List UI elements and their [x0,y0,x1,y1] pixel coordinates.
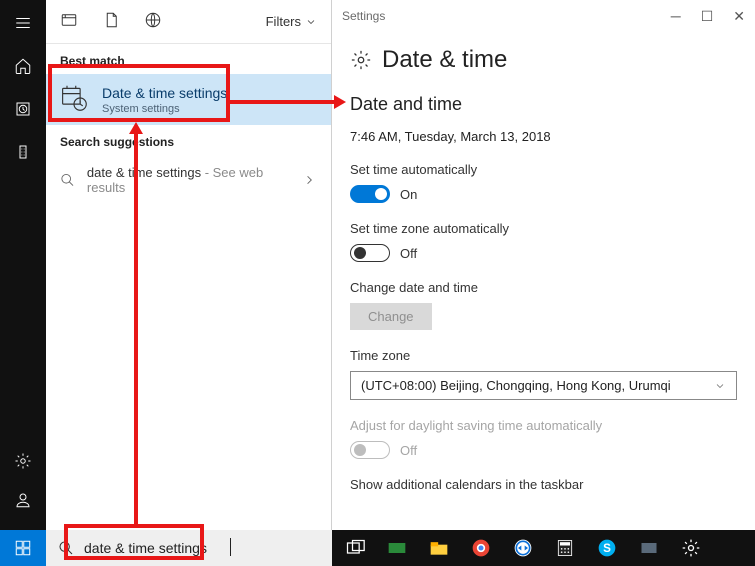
gear-icon [350,49,372,71]
text-caret [230,538,231,556]
minimize-button[interactable]: ─ [671,9,681,23]
taskbar: S [332,530,755,566]
documents-tab-icon[interactable] [102,11,120,32]
tz-select[interactable]: (UTC+08:00) Beijing, Chongqing, Hong Kon… [350,371,737,400]
tz-value: (UTC+08:00) Beijing, Chongqing, Hong Kon… [361,378,671,393]
file-explorer-icon[interactable] [426,535,452,561]
teamviewer-icon[interactable] [510,535,536,561]
auto-time-toggle[interactable] [350,185,390,203]
chrome-icon[interactable] [468,535,494,561]
auto-time-label: Set time automatically [350,162,737,177]
auto-tz-toggle[interactable] [350,244,390,262]
maximize-button[interactable]: ☐ [701,9,714,23]
dst-state: Off [400,443,417,458]
auto-tz-label: Set time zone automatically [350,221,737,236]
best-match-subtitle: System settings [102,103,227,115]
left-rail [0,0,46,566]
web-suggestion[interactable]: date & time settings - See web results [46,155,331,205]
taskbar-app-2[interactable] [636,535,662,561]
auto-tz-state: Off [400,246,417,261]
datetime-icon [60,84,88,115]
search-tabs: Filters [46,0,331,44]
svg-text:S: S [603,542,611,555]
filters-dropdown[interactable]: Filters [266,14,317,29]
auto-time-state: On [400,187,417,202]
tz-label: Time zone [350,348,737,363]
page-header: Date & time [350,46,737,74]
apps-tab-icon[interactable] [60,11,78,32]
skype-icon[interactable]: S [594,535,620,561]
change-button: Change [350,303,432,330]
hamburger-icon[interactable] [14,14,32,35]
chevron-down-icon [714,380,726,392]
search-bar[interactable] [46,530,332,566]
settings-window: Settings ─ ☐ ✕ Date & time Date and time… [332,0,755,530]
dst-toggle [350,441,390,459]
page-title: Date & time [382,46,507,74]
task-view-icon[interactable] [342,535,368,561]
dst-label: Adjust for daylight saving time automati… [350,418,737,433]
best-match-header: Best match [46,44,331,74]
home-icon[interactable] [14,57,32,78]
settings-taskbar-icon[interactable] [678,535,704,561]
search-input[interactable] [84,540,320,556]
search-pane: Filters Best match Date & time settings … [46,0,332,530]
change-dt-label: Change date and time [350,280,737,295]
window-title: Settings [342,9,385,23]
additional-cal-label: Show additional calendars in the taskbar [350,477,737,492]
taskbar-app-1[interactable] [384,535,410,561]
gear-icon[interactable] [14,452,32,473]
close-button[interactable]: ✕ [733,9,745,23]
building-icon[interactable] [14,143,32,164]
filters-label: Filters [266,14,301,29]
clock-square-icon[interactable] [14,100,32,121]
section-title: Date and time [350,94,737,115]
user-icon[interactable] [14,491,32,512]
search-icon [58,540,74,556]
titlebar: Settings ─ ☐ ✕ [332,0,755,32]
search-icon [60,172,75,188]
suggestion-text: date & time settings [87,165,201,180]
current-datetime: 7:46 AM, Tuesday, March 13, 2018 [350,129,737,144]
best-match-title: Date & time settings [102,85,227,101]
chevron-right-icon [302,172,317,188]
chevron-down-icon [305,16,317,28]
calculator-icon[interactable] [552,535,578,561]
web-tab-icon[interactable] [144,11,162,32]
best-match-result[interactable]: Date & time settings System settings [46,74,331,125]
start-button[interactable] [0,530,46,566]
suggestions-header: Search suggestions [46,125,331,155]
